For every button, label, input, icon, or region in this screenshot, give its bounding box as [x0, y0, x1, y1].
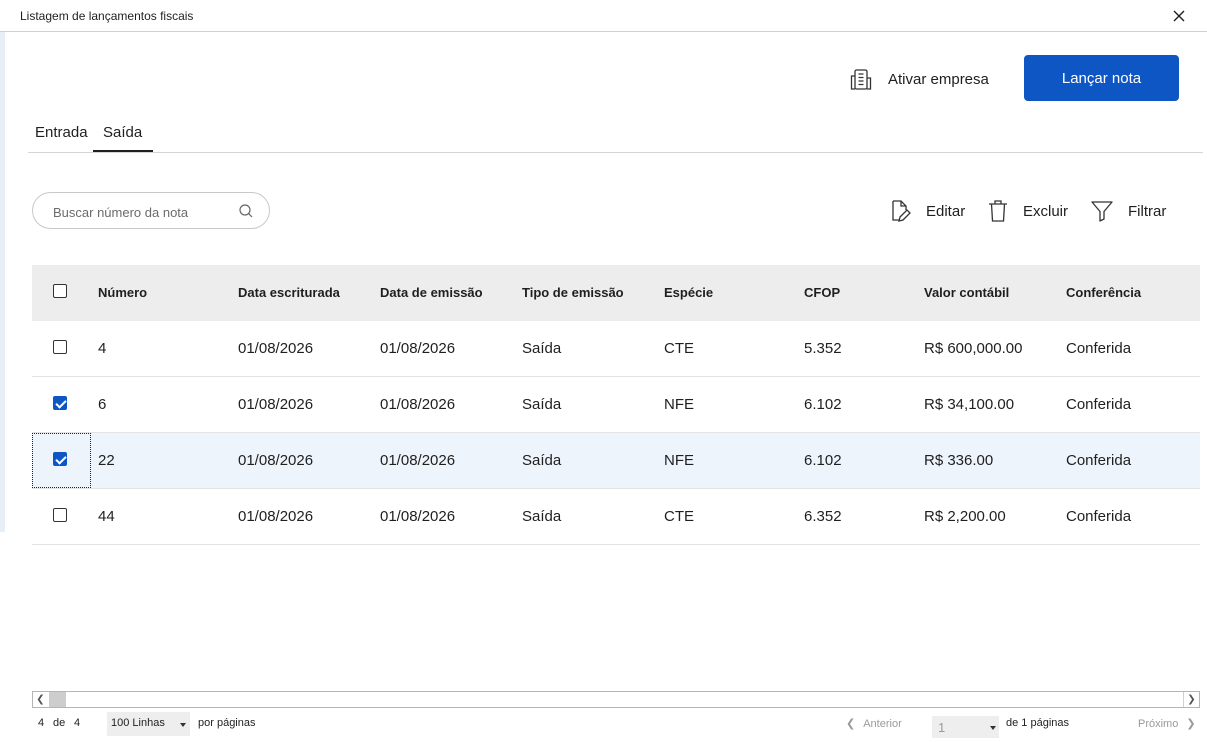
column-header-conferencia[interactable]: Conferência: [1066, 265, 1141, 321]
cell-data-escriturada: 01/08/2026: [238, 340, 314, 357]
caret-down-icon: [990, 726, 996, 730]
cell-especie: NFE: [664, 396, 694, 413]
activate-company-button[interactable]: Ativar empresa: [848, 66, 989, 92]
active-tab-indicator: [93, 150, 153, 152]
column-header-tipo-emissao[interactable]: Tipo de emissão: [522, 265, 624, 321]
caret-down-icon: [180, 723, 186, 727]
previous-label: Anterior: [863, 718, 902, 730]
trash-icon: [989, 200, 1007, 222]
cell-conferencia: Conferida: [1066, 396, 1132, 413]
table-header: Número Data escriturada Data de emissão …: [32, 265, 1200, 321]
cell-especie: NFE: [664, 452, 694, 469]
cell-especie: CTE: [664, 340, 694, 357]
table-row[interactable]: 4 01/08/2026 01/08/2026 Saída CTE 5.352 …: [32, 321, 1200, 377]
rows-per-page-value: 100 Linhas: [111, 717, 165, 729]
scroll-left-icon[interactable]: ❮: [33, 692, 48, 707]
filter-label: Filtrar: [1128, 202, 1167, 220]
select-all-checkbox[interactable]: [53, 284, 67, 298]
cell-numero: 22: [98, 452, 115, 469]
per-page-label: por páginas: [198, 717, 256, 729]
filter-icon: [1091, 201, 1113, 222]
cell-valor-contabil: R$ 600,000.00: [924, 340, 1023, 357]
cell-data-escriturada: 01/08/2026: [238, 508, 314, 525]
tab-entrada[interactable]: Entrada: [35, 124, 88, 141]
cell-conferencia: Conferida: [1066, 452, 1132, 469]
chevron-left-icon: ❮: [846, 718, 856, 730]
next-page-button[interactable]: Próximo ❯: [1138, 717, 1196, 730]
cell-cfop: 6.102: [804, 452, 842, 469]
row-checkbox[interactable]: [53, 508, 67, 522]
row-checkbox[interactable]: [53, 452, 67, 466]
activate-company-label: Ativar empresa: [888, 70, 989, 88]
table-row[interactable]: 44 01/08/2026 01/08/2026 Saída CTE 6.352…: [32, 489, 1200, 545]
edit-label: Editar: [926, 202, 966, 220]
cell-tipo-emissao: Saída: [522, 340, 562, 357]
building-icon: [850, 69, 872, 90]
cell-tipo-emissao: Saída: [522, 452, 562, 469]
row-total: 4: [74, 717, 81, 729]
column-header-numero[interactable]: Número: [98, 265, 147, 321]
filter-button[interactable]: Filtrar: [1090, 198, 1166, 224]
table-row[interactable]: 22 01/08/2026 01/08/2026 Saída NFE 6.102…: [32, 433, 1200, 489]
cell-especie: CTE: [664, 508, 694, 525]
chevron-right-icon: ❯: [1186, 718, 1196, 730]
row-checkbox[interactable]: [53, 396, 67, 410]
cell-valor-contabil: R$ 2,200.00: [924, 508, 1006, 525]
cell-cfop: 6.102: [804, 396, 842, 413]
window-title: Listagem de lançamentos fiscais: [20, 9, 194, 23]
row-count: 4: [38, 717, 45, 729]
cell-data-escriturada: 01/08/2026: [238, 396, 314, 413]
left-accent: [0, 32, 5, 532]
edit-document-icon: [892, 200, 911, 222]
cell-tipo-emissao: Saída: [522, 508, 562, 525]
notes-table: Número Data escriturada Data de emissão …: [32, 265, 1200, 545]
next-label: Próximo: [1138, 718, 1179, 730]
pagination-footer: 4 de 4 100 Linhas por páginas ❮ Anterior …: [0, 712, 1207, 740]
launch-note-button[interactable]: Lançar nota: [1024, 55, 1179, 101]
scroll-right-icon[interactable]: ❯: [1183, 692, 1199, 707]
delete-label: Excluir: [1023, 202, 1069, 220]
column-header-cfop[interactable]: CFOP: [804, 265, 840, 321]
row-count-of: de: [53, 717, 66, 729]
cell-numero: 4: [98, 340, 107, 357]
cell-numero: 44: [98, 508, 115, 525]
cell-cfop: 5.352: [804, 340, 842, 357]
cell-data-emissao: 01/08/2026: [380, 452, 456, 469]
cell-tipo-emissao: Saída: [522, 396, 562, 413]
pages-label: de 1 páginas: [1006, 717, 1069, 729]
column-header-data-emissao[interactable]: Data de emissão: [380, 265, 483, 321]
cell-data-emissao: 01/08/2026: [380, 508, 456, 525]
cell-cfop: 6.352: [804, 508, 842, 525]
rows-per-page-select[interactable]: 100 Linhas: [107, 712, 190, 736]
search-input[interactable]: [51, 202, 235, 222]
delete-button[interactable]: Excluir: [987, 198, 1068, 224]
previous-page-button[interactable]: ❮ Anterior: [846, 717, 902, 730]
title-bar: Listagem de lançamentos fiscais: [0, 0, 1207, 32]
cell-valor-contabil: R$ 34,100.00: [924, 396, 1015, 413]
scroll-thumb[interactable]: [49, 692, 66, 707]
horizontal-scrollbar[interactable]: ❮ ❯: [32, 691, 1200, 708]
table-row[interactable]: 6 01/08/2026 01/08/2026 Saída NFE 6.102 …: [32, 377, 1200, 433]
row-checkbox[interactable]: [53, 340, 67, 354]
cell-conferencia: Conferida: [1066, 340, 1132, 357]
page-select[interactable]: 1: [932, 716, 999, 738]
close-icon[interactable]: [1170, 7, 1188, 25]
column-header-valor-contabil[interactable]: Valor contábil: [924, 265, 1009, 321]
cell-data-escriturada: 01/08/2026: [238, 452, 314, 469]
page-select-value: 1: [938, 720, 946, 735]
search-icon[interactable]: [238, 203, 254, 219]
search-box: [32, 192, 270, 229]
cell-data-emissao: 01/08/2026: [380, 340, 456, 357]
edit-button[interactable]: Editar: [888, 198, 965, 224]
cell-valor-contabil: R$ 336.00: [924, 452, 994, 469]
tab-saida[interactable]: Saída: [103, 124, 142, 141]
column-header-especie[interactable]: Espécie: [664, 265, 713, 321]
column-header-data-escriturada[interactable]: Data escriturada: [238, 265, 340, 321]
cell-conferencia: Conferida: [1066, 508, 1132, 525]
tabs: Entrada Saída: [28, 118, 1203, 153]
cell-numero: 6: [98, 396, 107, 413]
cell-data-emissao: 01/08/2026: [380, 396, 456, 413]
